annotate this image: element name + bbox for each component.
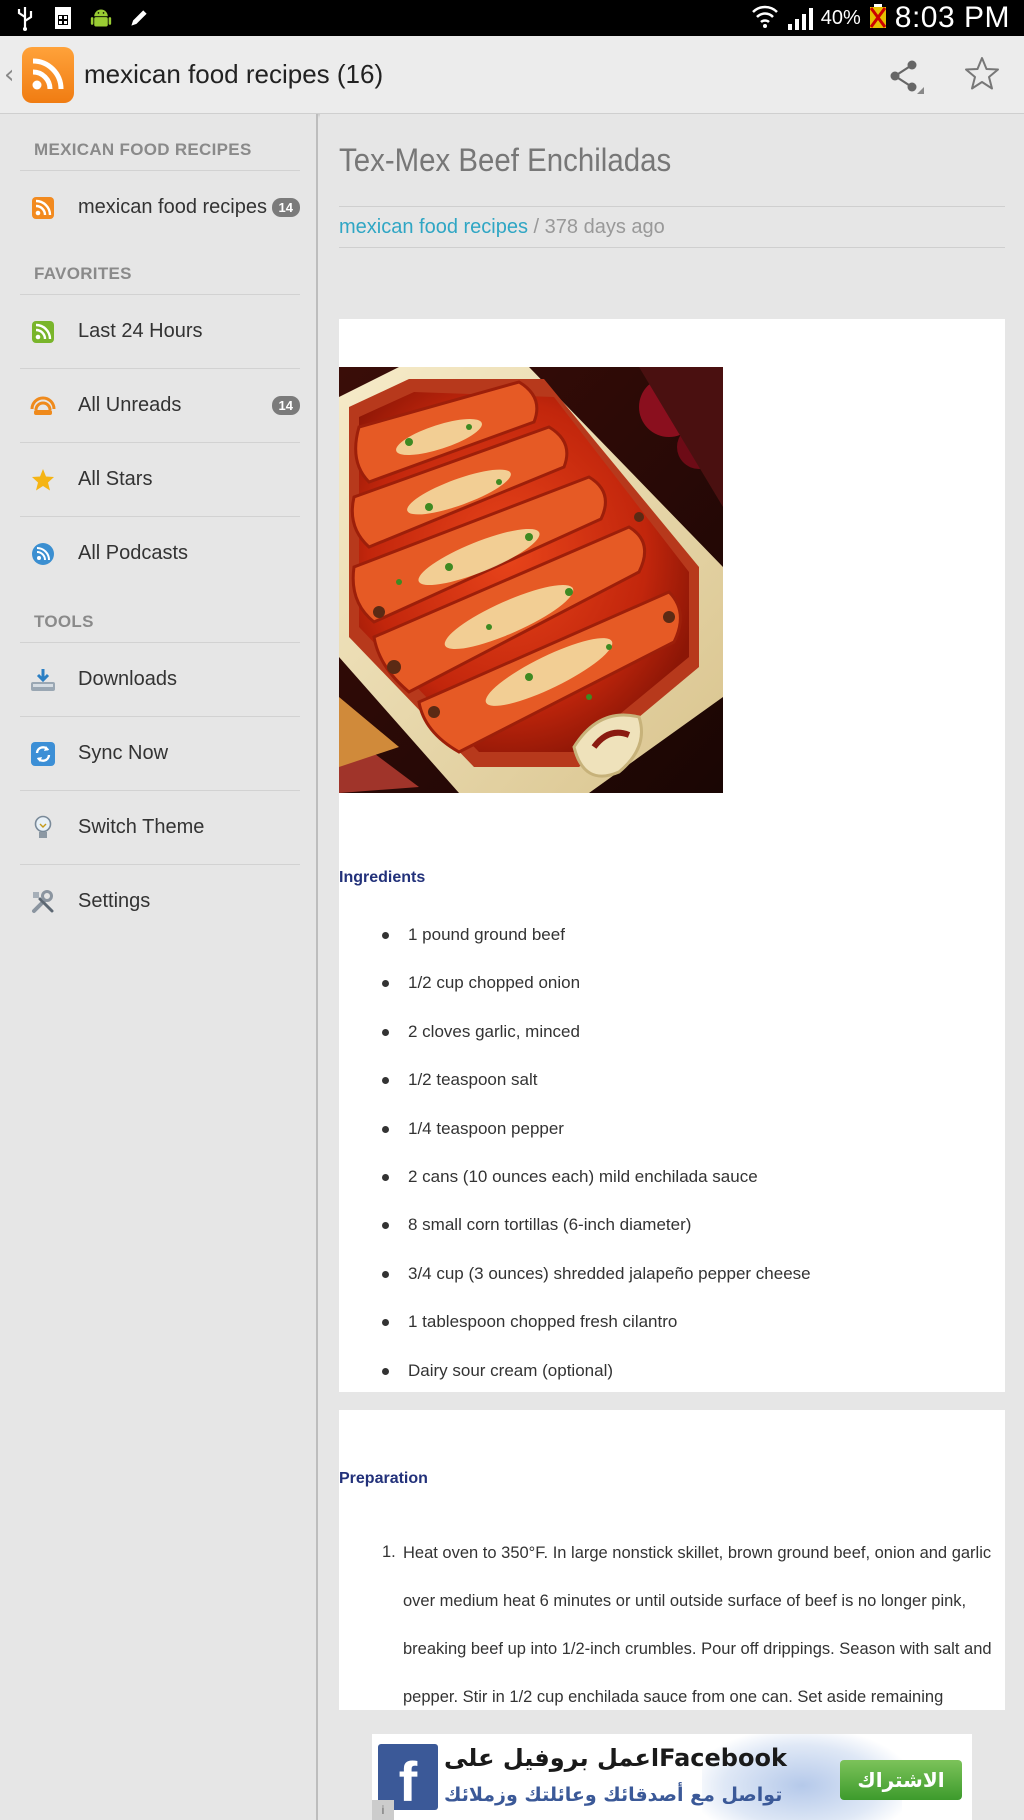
star-icon — [30, 467, 56, 493]
star-outline-icon[interactable] — [962, 54, 1002, 94]
download-icon — [30, 667, 56, 693]
section-header-favorites: FAVORITES — [34, 264, 132, 283]
status-bar: 40% 8:03 PM — [0, 0, 1024, 36]
list-item: Dairy sour cream (optional) — [339, 1361, 1005, 1409]
section-header-feeds: MEXICAN FOOD RECIPES — [34, 140, 252, 159]
list-item: 2 cans (10 ounces each) mild enchilada s… — [339, 1167, 1005, 1215]
sidebar-item-label: All Stars — [78, 468, 153, 490]
preparation-card: Preparation 1. Heat oven to 350°F. In la… — [339, 1410, 1005, 1710]
ad-banner[interactable]: f اعمل بروفيل علىFacebook تواصل مع أصدقا… — [372, 1734, 972, 1820]
divider — [339, 206, 1005, 207]
settings-icon — [30, 889, 56, 915]
sidebar-item-sync-now[interactable]: Sync Now — [20, 716, 300, 790]
navigation-drawer: MEXICAN FOOD RECIPES mexican food recipe… — [0, 114, 318, 1820]
article-pane: Tex-Mex Beef Enchiladas mexican food rec… — [320, 114, 1024, 1820]
ad-info-icon[interactable]: i — [372, 1800, 394, 1820]
android-icon — [90, 5, 112, 31]
list-item: 1/2 cup chopped onion — [339, 973, 1005, 1021]
sync-icon — [30, 741, 56, 767]
screen-title: mexican food recipes (16) — [84, 59, 384, 89]
unread-count-badge: 14 — [271, 396, 300, 415]
step-text: Heat oven to 350°F. In large nonstick sk… — [403, 1544, 992, 1706]
list-item: 1/4 teaspoon pepper — [339, 1119, 1005, 1167]
sidebar-item-last-24-hours[interactable]: Last 24 Hours — [20, 294, 300, 368]
step-number: 1. — [382, 1543, 396, 1561]
sidebar-item-label: Downloads — [78, 668, 177, 690]
ingredients-list: 1 pound ground beef 1/2 cup chopped onio… — [339, 925, 1005, 1409]
sidebar-item-all-podcasts[interactable]: All Podcasts — [20, 516, 300, 590]
rss-app-icon[interactable] — [22, 47, 74, 103]
list-item: 8 small corn tortillas (6-inch diameter) — [339, 1215, 1005, 1263]
usb-icon — [14, 5, 36, 31]
signal-icon — [787, 6, 813, 30]
ad-headline: اعمل بروفيل علىFacebook — [444, 1744, 787, 1772]
ad-signup-button[interactable]: الاشتراك — [840, 1760, 962, 1800]
list-item: 1/2 teaspoon salt — [339, 1070, 1005, 1118]
sidebar-item-all-stars[interactable]: All Stars — [20, 442, 300, 516]
list-item: 1 tablespoon chopped fresh cilantro — [339, 1312, 1005, 1360]
sidebar-item-switch-theme[interactable]: Switch Theme — [20, 790, 300, 864]
article-meta: mexican food recipes / 378 days ago — [339, 216, 665, 239]
list-item: 3/4 cup (3 ounces) shredded jalapeño pep… — [339, 1264, 1005, 1312]
ad-subline: تواصل مع أصدقائك وعائلتك وزملائك — [444, 1784, 783, 1806]
pencil-icon — [128, 5, 150, 31]
sidebar-item-downloads[interactable]: Downloads — [20, 642, 300, 716]
sidebar-item-label: Switch Theme — [78, 816, 205, 838]
section-header-tools: TOOLS — [34, 612, 94, 631]
rss-green-icon — [30, 319, 56, 345]
sim-icon — [52, 5, 74, 31]
sidebar-item-label: All Podcasts — [78, 542, 189, 564]
article-title: Tex-Mex Beef Enchiladas — [339, 142, 672, 178]
clock: 8:03 PM — [894, 1, 1010, 34]
action-bar: ‹ mexican food recipes (16) — [0, 36, 1024, 114]
sidebar-item-label: Sync Now — [78, 742, 169, 764]
article-content-card: Ingredients 1 pound ground beef 1/2 cup … — [339, 319, 1005, 1392]
preparation-heading: Preparation — [339, 1470, 428, 1487]
podcast-icon — [30, 541, 56, 567]
sidebar-item-label: Last 24 Hours — [78, 320, 203, 342]
divider — [339, 247, 1005, 248]
unread-count-badge: 14 — [271, 198, 300, 217]
sidebar-item-feed[interactable]: mexican food recipes 14 — [20, 170, 300, 244]
sidebar-item-label: All Unreads — [78, 394, 182, 416]
feed-link[interactable]: mexican food recipes — [339, 216, 528, 238]
sidebar-item-label: Settings — [78, 890, 151, 912]
sidebar-item-settings[interactable]: Settings — [20, 864, 300, 938]
list-item: 2 cloves garlic, minced — [339, 1022, 1005, 1070]
ingredients-heading: Ingredients — [339, 869, 426, 886]
list-item: 1 pound ground beef — [339, 925, 1005, 973]
battery-percent: 40% — [820, 6, 861, 29]
share-icon[interactable] — [886, 56, 926, 96]
sidebar-item-label: mexican food recipes — [78, 196, 267, 218]
article-age: / 378 days ago — [527, 216, 665, 238]
lightbulb-icon — [30, 815, 56, 841]
battery-icon — [869, 3, 887, 34]
chevron-left-icon[interactable]: ‹ — [4, 60, 14, 90]
rss-icon — [30, 195, 56, 221]
sidebar-item-all-unreads[interactable]: All Unreads 14 — [20, 368, 300, 442]
unread-icon — [30, 393, 56, 419]
enchiladas-photo[interactable] — [339, 367, 723, 793]
wifi-icon — [750, 2, 780, 35]
